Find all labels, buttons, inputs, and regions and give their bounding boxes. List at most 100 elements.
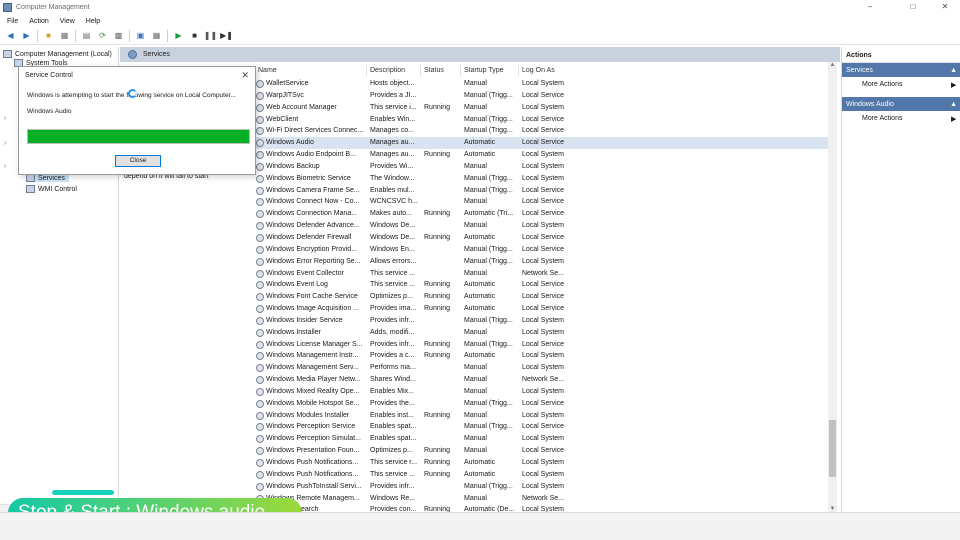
service-startup-type: Manual xyxy=(464,411,487,419)
action-pane-icon[interactable]: ▦ xyxy=(151,31,162,42)
menu-file[interactable]: File xyxy=(7,18,18,25)
collapse-icon[interactable]: ▲ xyxy=(950,67,957,74)
more-actions-windows-audio[interactable]: More Actions ▶ xyxy=(862,115,956,123)
scroll-up-arrow-icon[interactable]: ▲ xyxy=(828,62,837,68)
service-row[interactable]: Windows License Manager S... Provides inf… xyxy=(254,339,834,351)
service-description: Windows De... xyxy=(370,233,416,241)
actions-section-windows-audio[interactable]: Windows Audio ▲ xyxy=(842,97,960,111)
scrollbar-thumb[interactable] xyxy=(829,420,836,477)
refresh-icon[interactable]: ⟳ xyxy=(97,31,108,42)
service-row[interactable]: Windows Error Reporting Se... Allows erro… xyxy=(254,256,834,268)
service-row[interactable]: Windows Presentation Foun... Optimizes p.… xyxy=(254,445,834,457)
column-startup-type[interactable]: Startup Type xyxy=(464,67,504,74)
close-window-button[interactable]: ✕ xyxy=(930,1,960,13)
tree-expander[interactable]: › xyxy=(4,140,6,147)
column-name[interactable]: Name xyxy=(258,67,277,74)
service-row[interactable]: Windows Mobile Hotspot Se... Provides the… xyxy=(254,398,834,410)
service-row[interactable]: Windows Insider Service Provides infr... M… xyxy=(254,315,834,327)
service-log-on-as: Local System xyxy=(522,352,565,360)
service-row[interactable]: Windows Camera Frame Se... Enables mul...… xyxy=(254,185,834,197)
service-gear-icon xyxy=(256,151,264,160)
more-actions-services[interactable]: More Actions ▶ xyxy=(862,81,956,89)
back-arrow-icon[interactable]: ◀ xyxy=(5,31,16,42)
service-name: Windows Camera Frame Se... xyxy=(266,186,360,194)
column-description[interactable]: Description xyxy=(370,67,405,74)
column-status[interactable]: Status xyxy=(424,67,444,74)
service-row[interactable]: Windows Event Log This service ... Running… xyxy=(254,279,834,291)
menu-action[interactable]: Action xyxy=(29,18,48,25)
stop-service-icon[interactable]: ■ xyxy=(189,31,200,42)
service-row[interactable]: Wi-Fi Direct Services Connec... Manages c… xyxy=(254,125,834,137)
service-gear-icon xyxy=(256,222,264,231)
service-row[interactable]: Windows Connect Now - Co... WCNCSVC h... M… xyxy=(254,196,834,208)
show-hide-tree-icon[interactable]: ▦ xyxy=(59,31,70,42)
restart-service-icon[interactable]: ▶❚ xyxy=(220,31,233,42)
service-row[interactable]: Windows Encryption Provid... Windows En..… xyxy=(254,244,834,256)
service-row[interactable]: Windows Defender Firewall Windows De... Ru… xyxy=(254,232,834,244)
service-row[interactable]: Windows Push Notifications... This servic… xyxy=(254,469,834,481)
start-service-icon[interactable]: ▶ xyxy=(173,31,184,42)
menu-help[interactable]: Help xyxy=(86,18,100,25)
service-description: Provides the... xyxy=(370,399,415,407)
tree-item-services[interactable]: Services xyxy=(26,174,69,182)
column-divider[interactable] xyxy=(420,65,421,77)
menu-view[interactable]: View xyxy=(60,18,75,25)
service-row[interactable]: Windows Audio Endpoint B... Manages au...… xyxy=(254,149,834,161)
minimize-button[interactable]: – xyxy=(855,1,885,13)
service-row[interactable]: Windows Mixed Reality Ope... Enables Mix.… xyxy=(254,386,834,398)
tree-item-root[interactable]: Computer Management (Local) xyxy=(3,50,112,58)
services-icon xyxy=(26,174,35,182)
service-row[interactable]: WebClient Enables Win... Manual (Trigg... L… xyxy=(254,114,834,126)
service-row[interactable]: Windows Push Notifications... This servic… xyxy=(254,457,834,469)
service-row[interactable]: Windows Font Cache Service Optimizes p...… xyxy=(254,291,834,303)
service-row[interactable]: Windows PushToInstall Servi... Provides i… xyxy=(254,481,834,493)
help-icon[interactable]: ▣ xyxy=(135,31,146,42)
service-row[interactable]: Windows Perception Service Enables spat..… xyxy=(254,421,834,433)
service-log-on-as: Local Service xyxy=(522,281,565,289)
actions-pane: Actions Services ▲ More Actions ▶ Window… xyxy=(841,47,960,512)
service-row[interactable]: Windows Backup Provides Wi... Manual Local … xyxy=(254,161,834,173)
service-startup-type: Automatic (Tri... xyxy=(464,210,514,218)
service-startup-type: Manual (Trigg... xyxy=(464,340,513,348)
service-row[interactable]: Windows Management Instr... Provides a c.… xyxy=(254,350,834,362)
collapse-icon[interactable]: ▲ xyxy=(950,101,957,108)
maximize-button[interactable]: □ xyxy=(898,1,928,13)
services-vertical-scrollbar[interactable]: ▲ ▼ xyxy=(828,62,837,512)
service-row[interactable]: Windows Installer Adds, modifi... Manual Lo… xyxy=(254,327,834,339)
service-row[interactable]: Windows Remote Managem... Windows Re... Ma… xyxy=(254,493,834,505)
service-name: Windows Event Collector xyxy=(266,269,344,277)
service-row[interactable]: WalletService Hosts object... Manual Local … xyxy=(254,78,834,90)
column-log-on-as[interactable]: Log On As xyxy=(522,67,555,74)
service-row[interactable]: Windows Audio Manages au... Automatic Local… xyxy=(254,137,834,150)
service-gear-icon xyxy=(256,470,264,479)
tree-item-wmi[interactable]: WMI Control xyxy=(26,185,77,193)
close-button[interactable]: Close xyxy=(115,155,161,167)
forward-arrow-icon[interactable]: ▶ xyxy=(21,31,32,42)
service-row[interactable]: Windows Management Serv... Performs ma...… xyxy=(254,362,834,374)
service-row[interactable]: Windows Perception Simulat... Enables spa… xyxy=(254,433,834,445)
dialog-close-icon[interactable]: ✕ xyxy=(241,70,249,81)
column-divider[interactable] xyxy=(366,65,367,77)
properties-icon[interactable]: ▤ xyxy=(81,31,92,42)
service-row[interactable]: Windows Media Player Netw... Shares Wind.… xyxy=(254,374,834,386)
service-name: Windows Audio xyxy=(266,139,314,147)
column-divider[interactable] xyxy=(460,65,461,77)
service-gear-icon xyxy=(256,80,264,88)
service-row[interactable]: WarpJITSvc Provides a JI... Manual (Trigg.… xyxy=(254,90,834,102)
tree-expander[interactable]: › xyxy=(4,163,6,170)
actions-section-services[interactable]: Services ▲ xyxy=(842,63,960,77)
export-list-icon[interactable]: ▩ xyxy=(113,31,124,42)
service-row[interactable]: Windows Event Collector This service ... M… xyxy=(254,268,834,280)
service-row[interactable]: Windows Image Acquisition ... Provides im… xyxy=(254,303,834,315)
column-divider[interactable] xyxy=(518,65,519,77)
pause-service-icon[interactable]: ❚❚ xyxy=(204,31,217,42)
service-log-on-as: Local System xyxy=(522,470,565,478)
service-row[interactable]: Windows Modules Installer Enables inst...… xyxy=(254,410,834,422)
tree-expander[interactable]: › xyxy=(4,115,6,122)
service-row[interactable]: Windows Biometric Service The Window... Ma… xyxy=(254,173,834,185)
service-row[interactable]: Windows Connection Mana... Makes auto... R… xyxy=(254,208,834,220)
service-row[interactable]: Web Account Manager This service i... Runn… xyxy=(254,102,834,114)
service-log-on-as: Local System xyxy=(522,316,565,324)
up-folder-icon[interactable]: ■ xyxy=(43,31,54,42)
service-row[interactable]: Windows Defender Advance... Windows De...… xyxy=(254,220,834,232)
